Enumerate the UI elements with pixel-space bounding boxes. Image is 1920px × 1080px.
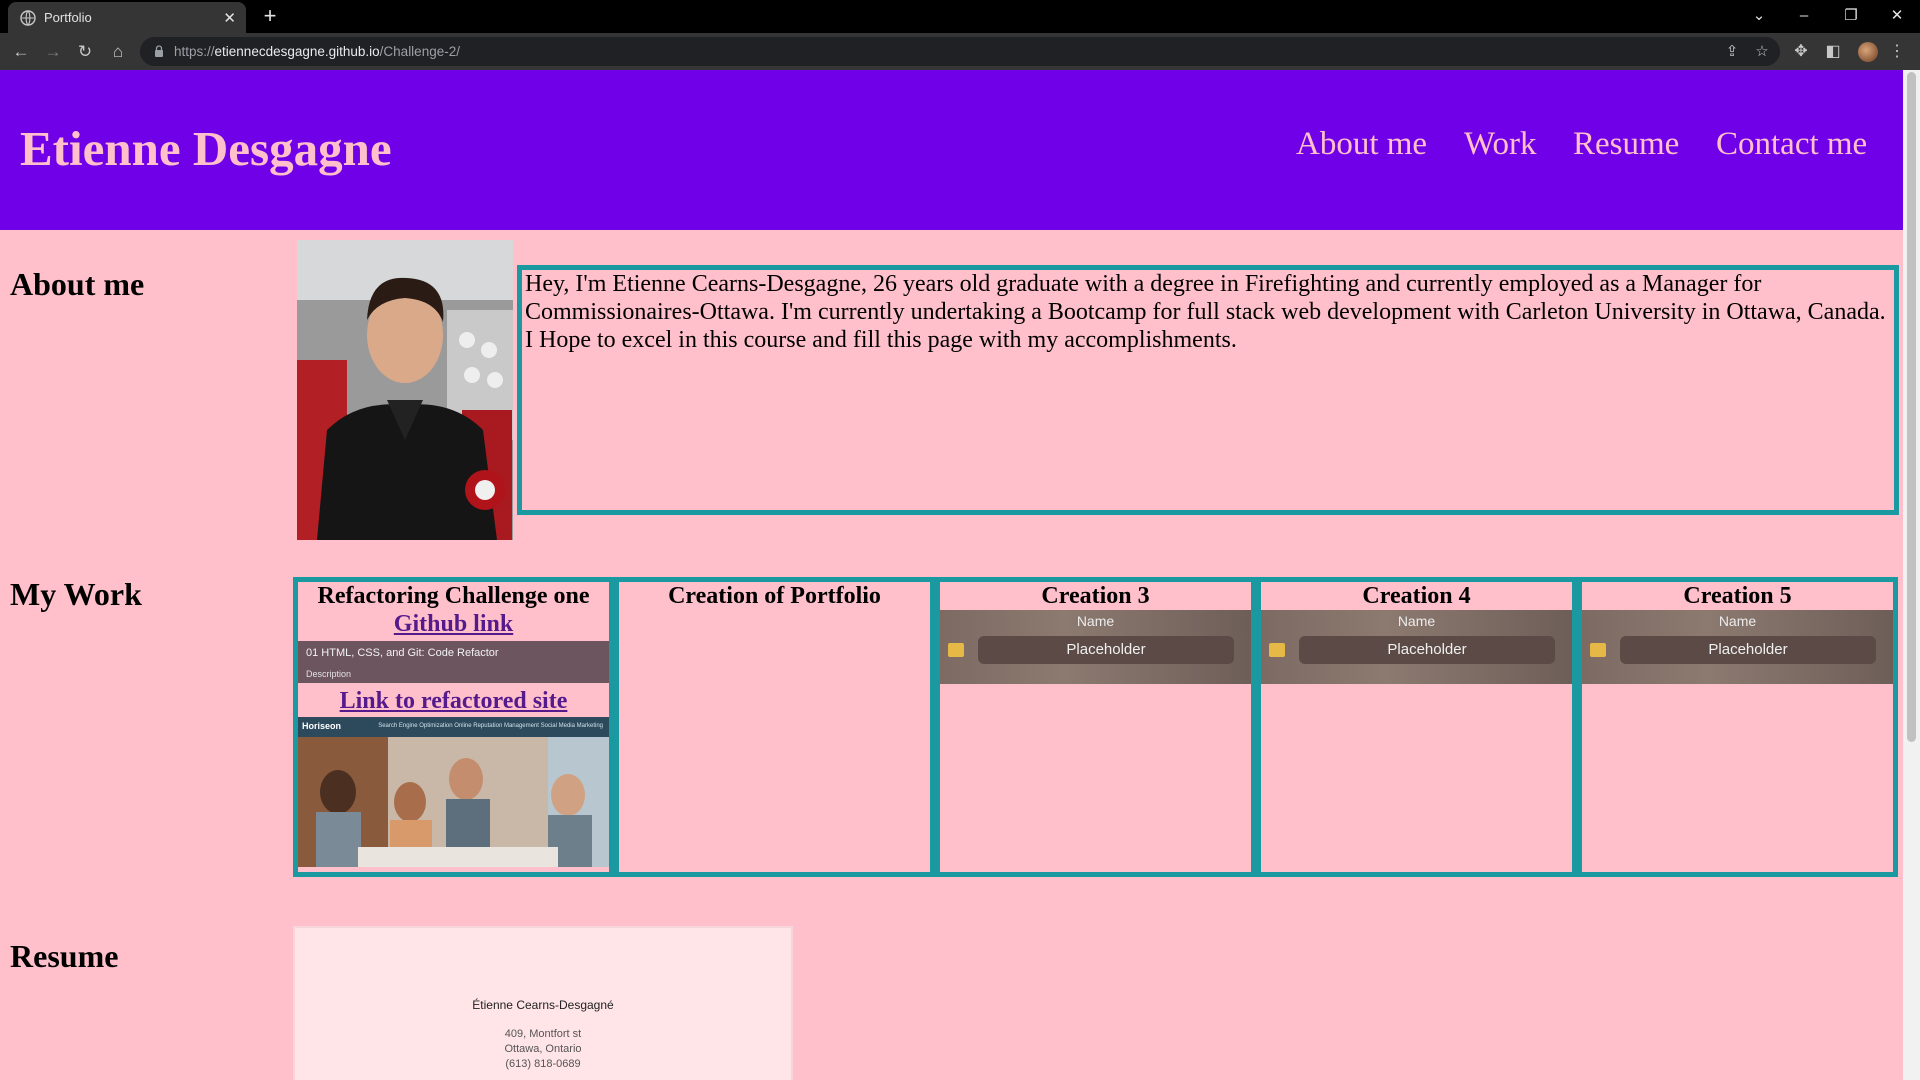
address-bar[interactable]: https://etiennecdesgagne.github.io/Chall… [140, 37, 1780, 66]
about-text-box: Hey, I'm Etienne Cearns-Desgagne, 26 yea… [517, 265, 1899, 515]
site-preview-logo: Horiseon [302, 721, 342, 731]
refactored-site-link[interactable]: Link to refactored site [298, 687, 609, 715]
home-icon[interactable]: ⌂ [106, 40, 130, 64]
box-icon [1269, 643, 1285, 657]
reload-icon[interactable]: ↻ [73, 40, 97, 64]
card-title: Refactoring Challenge one [317, 583, 590, 609]
resume-heading: Resume [10, 938, 119, 974]
nav-work[interactable]: Work [1464, 126, 1537, 163]
about-text: Hey, I'm Etienne Cearns-Desgagne, 26 yea… [525, 271, 1886, 353]
resume-city: Ottawa, Ontario [504, 1043, 582, 1055]
site-header: Etienne Desgagne About me Work Resume Co… [0, 70, 1903, 230]
url-text: https://etiennecdesgagne.github.io/Chall… [174, 44, 460, 59]
placeholder-name-label: Name [1397, 613, 1436, 629]
repo-title: 01 HTML, CSS, and Git: Code Refactor [306, 647, 499, 659]
page-viewport: Etienne Desgagne About me Work Resume Co… [0, 70, 1903, 1080]
card-title: Creation of Portfolio [668, 583, 881, 609]
profile-photo [297, 240, 513, 540]
work-heading: My Work [10, 576, 142, 612]
resume-address: 409, Montfort st [504, 1028, 582, 1040]
placeholder-name-label: Name [1076, 613, 1115, 629]
card-title: Creation 3 [1041, 583, 1150, 609]
work-card-creation-4: Creation 4 Name Placeholder [1256, 577, 1577, 877]
bookmark-star-icon[interactable]: ☆ [1753, 43, 1771, 61]
placeholder-field: Placeholder [978, 636, 1234, 664]
card-title: Creation 5 [1683, 583, 1792, 609]
repo-description: Description [306, 669, 352, 679]
placeholder-name-label: Name [1718, 613, 1757, 629]
work-card-refactoring: Refactoring Challenge one Github link 01… [293, 577, 614, 877]
work-grid: Refactoring Challenge one Github link 01… [293, 577, 1899, 877]
box-icon [948, 643, 964, 657]
work-card-creation-3: Creation 3 Name Placeholder [935, 577, 1256, 877]
work-card-creation-5: Creation 5 Name Placeholder [1577, 577, 1898, 877]
menu-icon[interactable]: ⋮ [1885, 40, 1909, 64]
work-card-portfolio: Creation of Portfolio [614, 577, 935, 877]
github-link[interactable]: Github link [298, 610, 609, 638]
browser-toolbar: ← → ↻ ⌂ https://etiennecdesgagne.github.… [0, 33, 1920, 70]
placeholder-thumbnail: Name Placeholder [1582, 610, 1893, 684]
nav-resume[interactable]: Resume [1573, 126, 1679, 163]
placeholder-thumbnail: Name Placeholder [940, 610, 1251, 684]
restore-button[interactable]: ❐ [1837, 4, 1865, 28]
github-repo-thumbnail[interactable]: 01 HTML, CSS, and Git: Code Refactor Des… [298, 641, 609, 683]
scrollbar-thumb[interactable] [1907, 72, 1916, 742]
resume-phone: (613) 818-0689 [505, 1058, 581, 1070]
extensions-icon[interactable]: ✥ [1789, 40, 1813, 64]
minimize-button[interactable]: – [1790, 4, 1818, 28]
profile-avatar[interactable] [1858, 42, 1878, 62]
share-icon[interactable]: ⇪ [1723, 43, 1741, 61]
box-icon [1590, 643, 1606, 657]
placeholder-field: Placeholder [1299, 636, 1555, 664]
placeholder-field: Placeholder [1620, 636, 1876, 664]
globe-icon [20, 10, 36, 26]
close-window-button[interactable]: ✕ [1883, 4, 1911, 28]
side-panel-icon[interactable]: ◧ [1821, 40, 1845, 64]
site-preview-links: Search Engine Optimization Online Reputa… [378, 723, 603, 729]
lock-icon [155, 45, 163, 57]
placeholder-thumbnail: Name Placeholder [1261, 610, 1572, 684]
site-title: Etienne Desgagne [20, 121, 392, 176]
tab-title: Portfolio [44, 10, 92, 25]
browser-tab[interactable]: Portfolio ✕ [8, 2, 246, 33]
resume-document[interactable]: Étienne Cearns-Desgagné 409, Montfort st… [293, 926, 793, 1080]
new-tab-button[interactable]: + [258, 4, 282, 28]
resume-name: Étienne Cearns-Desgagné [472, 998, 614, 1012]
refactored-site-thumbnail[interactable]: Horiseon Search Engine Optimization Onli… [298, 717, 609, 867]
tab-search-icon[interactable]: ⌄ [1745, 4, 1773, 28]
close-tab-icon[interactable]: ✕ [223, 9, 236, 27]
browser-tab-strip: Portfolio ✕ + ⌄ – ❐ ✕ [0, 0, 1920, 33]
page-scrollbar[interactable] [1903, 70, 1920, 1080]
forward-icon[interactable]: → [41, 40, 65, 64]
about-heading: About me [10, 266, 145, 302]
card-title: Creation 4 [1362, 583, 1471, 609]
nav-contact-me[interactable]: Contact me [1716, 126, 1867, 163]
nav-about-me[interactable]: About me [1296, 126, 1427, 163]
back-icon[interactable]: ← [9, 40, 33, 64]
